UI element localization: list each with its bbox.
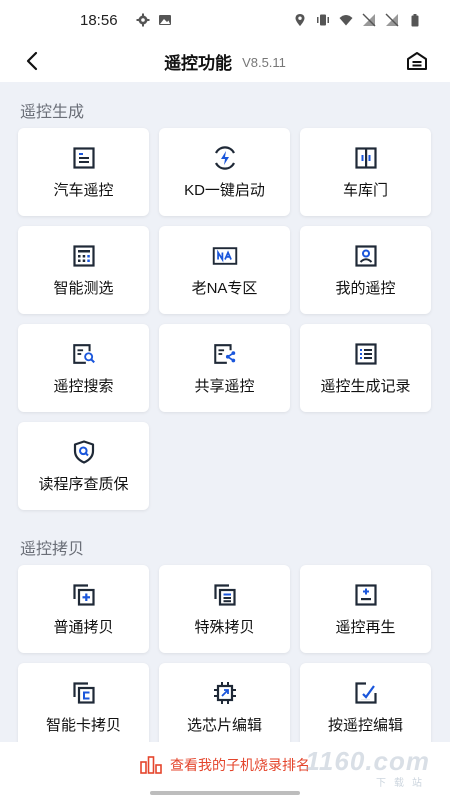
card-remote-search[interactable]: 遥控搜索 <box>18 324 149 412</box>
card-read-program-warranty[interactable]: 读程序查质保 <box>18 422 149 510</box>
card-label: 智能测选 <box>53 279 114 297</box>
signal-off-icon <box>362 13 376 27</box>
system-nav-bar <box>0 788 450 800</box>
wifi-icon <box>339 15 353 26</box>
battery-icon <box>411 14 419 27</box>
card-remote-edit[interactable]: 按遥控编辑 <box>300 663 431 742</box>
car-remote-icon <box>71 145 97 171</box>
na-icon <box>212 243 238 269</box>
person-icon <box>353 243 379 269</box>
gesture-handle[interactable] <box>150 791 300 795</box>
home-button[interactable] <box>404 48 430 74</box>
back-arrow-icon <box>26 51 38 71</box>
gear-icon <box>136 13 150 27</box>
card-old-na[interactable]: 老NA专区 <box>159 226 290 314</box>
card-chip-edit[interactable]: 选芯片编辑 <box>159 663 290 742</box>
card-share-remote[interactable]: 共享遥控 <box>159 324 290 412</box>
card-label: KD一键启动 <box>184 181 265 199</box>
card-smart-test[interactable]: 智能测选 <box>18 226 149 314</box>
garage-door-icon <box>353 145 379 171</box>
card-label: 特殊拷贝 <box>194 618 255 636</box>
card-label: 普通拷贝 <box>53 618 114 636</box>
card-label: 遥控生成记录 <box>320 377 411 395</box>
card-car-remote[interactable]: 汽车遥控 <box>18 128 149 216</box>
card-label: 汽车遥控 <box>53 181 114 199</box>
card-copy-icon <box>71 680 97 706</box>
list-icon <box>353 341 379 367</box>
card-label: 智能卡拷贝 <box>45 716 121 734</box>
location-icon <box>295 14 305 26</box>
card-kd-start[interactable]: KD一键启动 <box>159 128 290 216</box>
image-icon <box>158 15 171 25</box>
edit-icon <box>353 680 379 706</box>
header-bar: 遥控功能 V8.5.11 <box>0 40 450 82</box>
card-label: 老NA专区 <box>191 279 258 297</box>
remote-copy-grid: 普通拷贝 特殊拷贝 遥控再生 智能卡拷贝 选芯片编辑 按遥控编辑 <box>18 565 432 742</box>
vibrate-icon <box>317 14 329 26</box>
bolt-icon <box>212 145 238 171</box>
card-normal-copy[interactable]: 普通拷贝 <box>18 565 149 653</box>
card-label: 遥控搜索 <box>53 377 114 395</box>
card-label: 按遥控编辑 <box>327 716 403 734</box>
card-label: 我的遥控 <box>335 279 396 297</box>
card-remote-regenerate[interactable]: 遥控再生 <box>300 565 431 653</box>
search-doc-icon <box>71 341 97 367</box>
content-area[interactable]: 遥控生成 汽车遥控 KD一键启动 车库门 智能测选 老NA专区 我的遥控 遥控搜… <box>0 82 450 742</box>
status-bar: 18:56 <box>0 0 450 40</box>
card-label: 共享遥控 <box>194 377 255 395</box>
section-title-remote-generate: 遥控生成 <box>20 104 85 121</box>
back-button[interactable] <box>20 48 46 74</box>
card-generate-record[interactable]: 遥控生成记录 <box>300 324 431 412</box>
signal-off-icon <box>385 13 399 27</box>
card-label: 读程序查质保 <box>38 475 129 493</box>
watermark-subtext: 下载站 <box>376 778 430 789</box>
home-icon <box>407 52 427 70</box>
card-smart-card-copy[interactable]: 智能卡拷贝 <box>18 663 149 742</box>
page-title: 遥控功能 <box>164 53 233 73</box>
card-label: 遥控再生 <box>335 618 396 636</box>
card-my-remote[interactable]: 我的遥控 <box>300 226 431 314</box>
copy-plus-icon <box>71 582 97 608</box>
watermark-logo: 1160.com <box>305 746 430 776</box>
status-time: 18:56 <box>80 11 118 29</box>
card-garage-door[interactable]: 车库门 <box>300 128 431 216</box>
calculator-icon <box>71 243 97 269</box>
regenerate-icon <box>353 582 379 608</box>
share-icon <box>212 341 238 367</box>
chip-icon <box>212 680 238 706</box>
section-title-remote-copy: 遥控拷贝 <box>20 541 85 558</box>
remote-generate-grid: 汽车遥控 KD一键启动 车库门 智能测选 老NA专区 我的遥控 遥控搜索 共享遥… <box>18 128 432 510</box>
copy-list-icon <box>212 582 238 608</box>
card-label: 车库门 <box>342 181 388 199</box>
rank-link[interactable]: 查看我的子机烧录排名 <box>170 755 310 775</box>
card-special-copy[interactable]: 特殊拷贝 <box>159 565 290 653</box>
shield-search-icon <box>71 439 97 465</box>
bar-chart-icon <box>140 756 162 774</box>
card-label: 选芯片编辑 <box>186 716 262 734</box>
version-label: V8.5.11 <box>242 54 286 70</box>
